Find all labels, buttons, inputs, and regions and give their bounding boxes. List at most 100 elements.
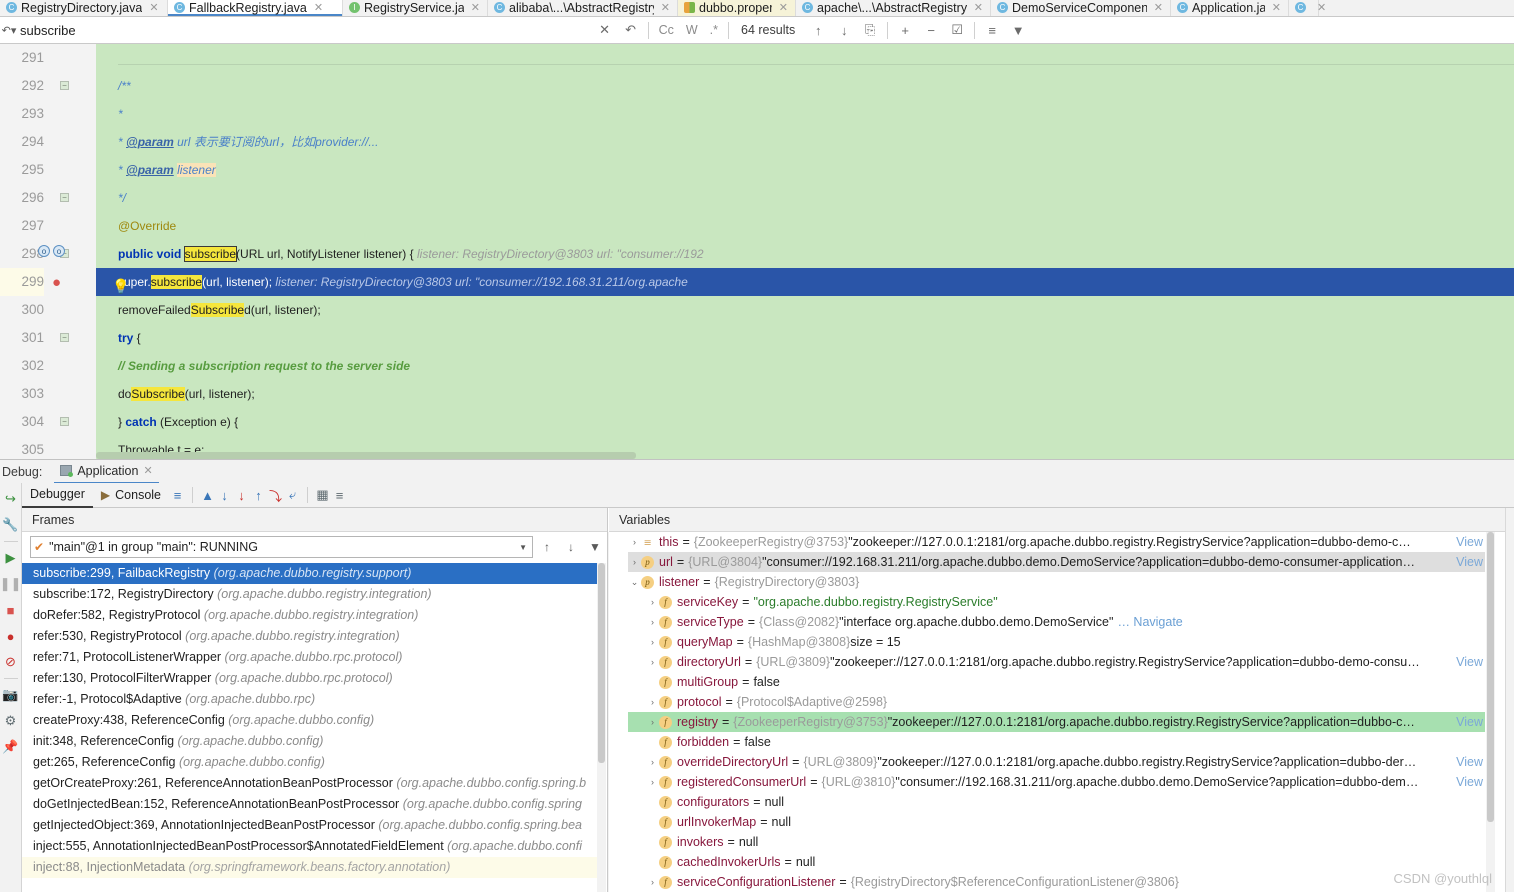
frame-list-item[interactable]: init:348, ReferenceConfig (org.apache.du… [22,731,597,752]
variables-scrollbar[interactable] [1486,532,1495,892]
code-line-row[interactable]: 293 * [0,100,1514,128]
force-step-into-icon[interactable]: ⤵ [267,485,284,506]
show-execution-point-icon[interactable]: ▲ [199,485,216,506]
new-search-tab-icon[interactable]: ↶ [618,18,644,42]
variable-row[interactable]: › p url = {URL@3804} "consumer://192.168.31.… [628,552,1485,572]
chevron-right-icon[interactable]: › [646,772,659,792]
editor-tab-1[interactable]: C FallbackRegistry.java ✕ [168,0,343,16]
close-icon[interactable]: ✕ [149,1,158,14]
code-line-row[interactable]: 304 − } catch (Exception e) { [0,408,1514,436]
debug-session-tab[interactable]: Application ✕ [54,460,159,484]
tab-console[interactable]: ▶ Console [93,483,169,508]
code-line-row[interactable]: 294 * @param url 表示要订阅的url，比如provider://… [0,128,1514,156]
editor-tab-7[interactable]: C Application.java ✕ [1171,0,1289,16]
variables-scrollbar-thumb[interactable] [1487,532,1494,822]
variable-row[interactable]: f urlInvokerMap = null [628,812,1485,832]
variable-row[interactable]: › f serviceKey = "org.apache.dubbo.registry.… [628,592,1485,612]
code-line-row[interactable]: 297 @Override [0,212,1514,240]
stop-icon[interactable]: ■ [1,597,21,623]
frame-list-item[interactable]: refer:130, ProtocolFilterWrapper (org.ap… [22,668,597,689]
frame-list-item[interactable]: get:265, ReferenceConfig (org.apache.dub… [22,752,597,773]
match-case-toggle[interactable]: Cc [653,23,680,37]
search-input[interactable] [18,22,592,38]
filter-frames-icon[interactable]: ▼ [585,537,605,557]
view-link[interactable]: View [1452,772,1483,792]
resume-program-icon[interactable]: ▶ [1,545,21,571]
chevron-right-icon[interactable]: › [646,872,659,892]
settings-icon[interactable]: ⚙ [1,708,21,734]
frame-list-item[interactable]: inject:555, AnnotationInjectedBeanPostPr… [22,836,597,857]
close-icon[interactable]: ✕ [1272,1,1281,14]
frame-list-item[interactable]: refer:71, ProtocolListenerWrapper (org.a… [22,647,597,668]
view-link[interactable]: View [1452,532,1483,552]
code-line-text[interactable]: 💡 super.subscribe(url, listener); listen… [96,268,1514,296]
mute-breakpoints-icon[interactable]: ⊘ [1,649,21,675]
chevron-right-icon[interactable]: › [628,532,641,552]
variable-row[interactable]: › f registeredConsumerUrl = {URL@3810} "cons… [628,772,1485,792]
debug-actions-rail[interactable]: ↪ 🔧 ▶ ❚❚ ■ ● ⊘ 📷 ⚙ 📌 [0,483,22,892]
editor-tab-5[interactable]: Capache\...\AbstractRegistry.java ✕ [796,0,991,16]
editor-tab-6[interactable]: C DemoServiceComponent.java ✕ [991,0,1171,16]
view-link[interactable]: View [1452,712,1483,732]
close-icon[interactable]: ✕ [1154,1,1163,14]
variable-row[interactable]: f configurators = null [628,792,1485,812]
step-over-icon[interactable]: ↓ [216,485,233,506]
chevron-right-icon[interactable]: › [646,612,659,632]
frame-list-item[interactable]: getOrCreateProxy:261, ReferenceAnnotatio… [22,773,597,794]
chevron-down-icon[interactable]: ▼ [519,543,527,552]
close-icon[interactable]: ✕ [314,1,323,14]
variable-row[interactable]: › f serviceConfigurationListener = {Registry… [628,872,1485,892]
code-line-row[interactable]: 296 − */ [0,184,1514,212]
code-line-text[interactable]: @Override [96,212,1514,240]
chevron-right-icon[interactable]: › [628,552,641,572]
frame-list-item[interactable]: doRefer:582, RegistryProtocol (org.apach… [22,605,597,626]
view-breakpoints-icon[interactable]: ● [1,623,21,649]
code-line-text[interactable]: // Sending a subscription request to the… [96,352,1514,380]
code-editor[interactable]: 291 292− /** 293 * 294 * @param url 表示要订阅的u… [0,44,1514,459]
variable-row[interactable]: › f directoryUrl = {URL@3809} "zookeeper://1… [628,652,1485,672]
fold-toggle-icon[interactable]: − [60,81,69,90]
variable-row[interactable]: f invokers = null [628,832,1485,852]
frame-list-item[interactable]: subscribe:172, RegistryDirectory (org.ap… [22,584,597,605]
code-line-text[interactable]: removeFailedSubscribed(url, listener); [96,296,1514,324]
variable-row[interactable]: f forbidden = false [628,732,1485,752]
select-all-icon[interactable]: ☑ [944,18,970,42]
close-icon[interactable]: ✕ [661,1,670,14]
pause-program-icon[interactable]: ❚❚ [0,571,21,597]
variable-row[interactable]: f cachedInvokerUrls = null [628,852,1485,872]
variable-row[interactable]: › f registry = {ZookeeperRegistry@3753} "zoo… [628,712,1485,732]
words-toggle[interactable]: W [680,23,704,37]
code-line-row[interactable]: 298− o o public void subscribe(URL url, No… [0,240,1514,268]
chevron-down-icon[interactable]: ⌄ [628,572,641,592]
code-line-text[interactable]: * [96,100,1514,128]
thread-dropdown[interactable]: ✔ "main"@1 in group "main": RUNNING ▼ [30,536,533,558]
frame-list-item[interactable]: getInjectedObject:369, AnnotationInjecte… [22,815,597,836]
close-icon[interactable]: ✕ [779,1,788,14]
frame-list-item[interactable]: inject:88, InjectionMetadata (org.spring… [22,857,597,878]
code-line-row[interactable]: 303 doSubscribe(url, listener); [0,380,1514,408]
code-line-text[interactable]: /** [96,72,1514,100]
code-line-text[interactable]: doSubscribe(url, listener); [96,380,1514,408]
fold-toggle-icon[interactable]: − [60,417,69,426]
close-icon[interactable]: ✕ [974,1,983,14]
next-occurrence-icon[interactable]: ↓ [831,18,857,42]
close-icon[interactable]: ✕ [471,1,480,14]
find-input-area[interactable]: ↶▾ ✕ ↶ Cc W .* [0,17,733,43]
variable-row[interactable]: f multiGroup = false [628,672,1485,692]
frames-scrollbar-thumb[interactable] [598,563,605,763]
editor-tab-4[interactable]: dubbo.properties ✕ [678,0,796,16]
filter-icon[interactable]: ▼ [1005,18,1031,42]
editor-tab-0[interactable]: C RegistryDirectory.java ✕ [0,0,168,16]
code-line-text[interactable]: * @param url 表示要订阅的url，比如provider://... [96,128,1514,156]
regex-toggle[interactable]: .* [704,23,724,37]
editor-tab-8[interactable]: CN✕ [1289,0,1326,16]
code-line-text[interactable]: public void subscribe(URL url, NotifyLis… [96,240,1514,268]
variable-row[interactable]: › f protocol = {Protocol$Adaptive@2598} [628,692,1485,712]
variable-row[interactable]: › f overrideDirectoryUrl = {URL@3809} "zooke… [628,752,1485,772]
chevron-right-icon[interactable]: › [646,632,659,652]
code-line-row[interactable]: 295 * @param listener [0,156,1514,184]
override-marker-icon[interactable]: oo [38,245,65,257]
breakpoint-icon[interactable]: ● [52,274,61,291]
step-out-icon[interactable]: ↑ [250,485,267,506]
group-by-icon[interactable]: ≡ [979,18,1005,42]
